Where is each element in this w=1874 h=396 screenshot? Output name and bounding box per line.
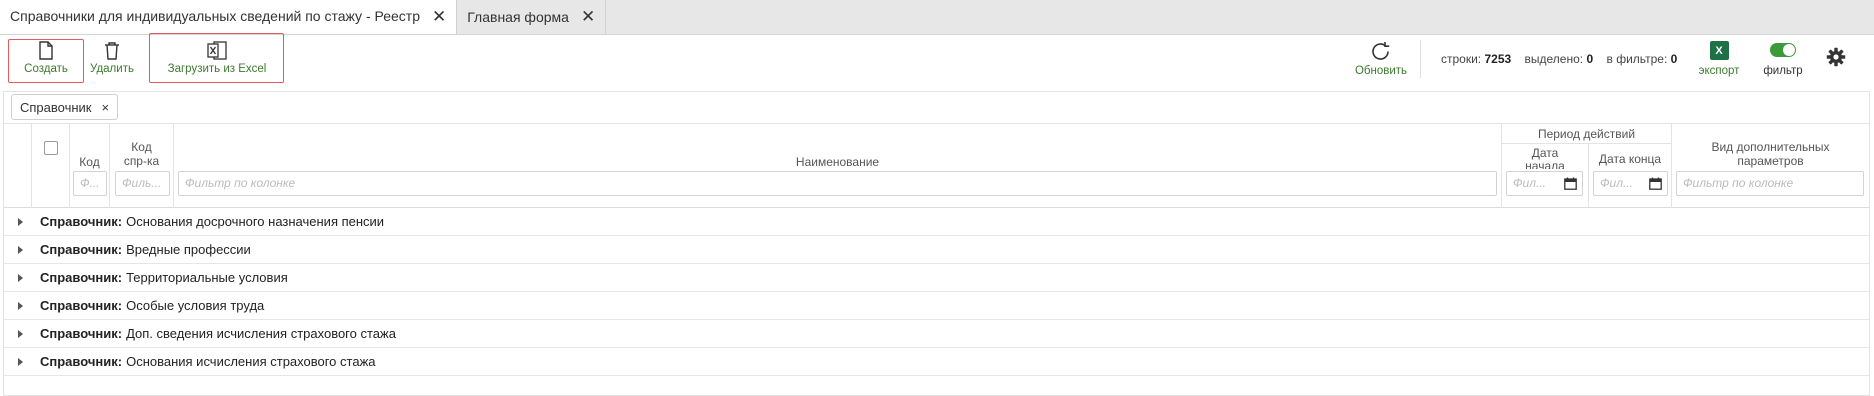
group-label: Справочник: [40, 214, 123, 229]
column-name: Наименование Фильтр по колонке [174, 124, 1502, 208]
row-stats: строки: 7253 выделено: 0 в фильтре: 0 [1441, 52, 1677, 66]
column-header-name[interactable]: Наименование [174, 155, 1501, 169]
select-all-checkbox[interactable] [44, 141, 58, 155]
delete-button[interactable]: Удалить [86, 41, 138, 75]
filtered-label: в фильтре: [1606, 52, 1668, 66]
expand-arrow-icon[interactable] [18, 301, 23, 310]
expand-arrow-icon[interactable] [18, 329, 23, 338]
group-value: Основания досрочного назначения пенсии [126, 214, 385, 229]
tab-registry[interactable]: Справочники для индивидуальных сведений … [0, 0, 458, 34]
group-row[interactable]: Справочник: Территориальные условия [4, 264, 1869, 292]
group-label: Справочник: [40, 326, 123, 341]
column-ref-code: Код спр-ка Филь... [110, 124, 174, 208]
group-value: Особые условия труда [126, 298, 265, 313]
group-row[interactable]: Справочник: Основания исчисления страхов… [4, 348, 1869, 376]
group-label: Справочник: [40, 270, 123, 285]
group-row[interactable]: Справочник: Основания досрочного назначе… [4, 208, 1869, 236]
column-header-extra-line2: параметров [1737, 154, 1804, 168]
group-value: Основания исчисления страхового стажа [126, 354, 376, 369]
column-code: Код Ф... [70, 124, 110, 208]
column-header-extra-line1[interactable]: Вид дополнительных [1672, 140, 1869, 154]
group-chip-row: Справочник × [3, 91, 1870, 123]
export-label: экспорт [1698, 65, 1740, 77]
code-filter-input[interactable]: Ф... [73, 171, 107, 196]
chip-label: Справочник [20, 99, 92, 115]
column-header-ref-code-line1[interactable]: Код [110, 140, 173, 154]
column-extra-params: Вид дополнительных параметров Фильтр по … [1672, 124, 1869, 208]
group-row[interactable]: Справочник: Вредные профессии [4, 236, 1869, 264]
column-start-date: Дата начала Фил... [1502, 144, 1589, 208]
tab-main-form[interactable]: Главная форма ✕ [457, 0, 607, 34]
delete-label: Удалить [90, 63, 134, 75]
selected-label: выделено: [1524, 52, 1584, 66]
group-value: Территориальные условия [126, 270, 288, 285]
filter-toggle[interactable]: фильтр [1757, 43, 1809, 77]
excel-icon: X [1709, 41, 1729, 60]
rows-count: 7253 [1484, 52, 1512, 66]
column-group-period: Период действий [1502, 124, 1672, 144]
rows-label: строки: [1441, 52, 1482, 66]
group-label: Справочник: [40, 298, 123, 313]
grid-header: Код Ф... Код спр-ка Филь... Наименование… [4, 124, 1869, 208]
start-date-placeholder: Фил... [1513, 176, 1546, 190]
expand-column [4, 124, 32, 208]
column-header-ref-code-line2: спр-ка [123, 154, 160, 168]
import-label: Загрузить из Excel [167, 63, 267, 75]
import-excel-button[interactable]: Загрузить из Excel [152, 41, 282, 75]
expand-arrow-icon[interactable] [18, 273, 23, 282]
column-header-start-date-line1[interactable]: Дата [1502, 146, 1588, 160]
column-header-end-date[interactable]: Дата конца [1589, 152, 1671, 166]
refresh-icon [1372, 42, 1390, 60]
column-group-period-label: Период действий [1537, 127, 1636, 141]
gear-icon[interactable] [1826, 47, 1846, 70]
column-end-date: Дата конца Фил... [1589, 144, 1672, 208]
toggle-icon [1770, 43, 1796, 57]
group-label: Справочник: [40, 242, 123, 257]
trash-icon [105, 42, 119, 60]
group-value: Вредные профессии [126, 242, 251, 257]
file-icon [39, 41, 53, 60]
group-row[interactable]: Справочник: Доп. сведения исчисления стр… [4, 320, 1869, 348]
group-value: Доп. сведения исчисления страхового стаж… [126, 326, 396, 341]
column-header-start-date-line2: начала [1525, 159, 1565, 169]
group-row[interactable]: Справочник: Особые условия труда [4, 292, 1869, 320]
create-label: Создать [24, 63, 68, 75]
group-chip[interactable]: Справочник × [11, 94, 119, 120]
calendar-icon[interactable] [1649, 177, 1662, 190]
close-icon[interactable]: × [102, 100, 110, 115]
group-label: Справочник: [40, 354, 123, 369]
calendar-icon[interactable] [1564, 177, 1577, 190]
name-filter-input[interactable]: Фильтр по колонке [178, 171, 1497, 196]
selected-count: 0 [1586, 52, 1594, 66]
ref-code-filter-input[interactable]: Филь... [115, 171, 170, 196]
tab-label: Справочники для индивидуальных сведений … [10, 8, 420, 24]
create-button[interactable]: Создать [20, 41, 72, 75]
extra-filter-input[interactable]: Фильтр по колонке [1676, 171, 1864, 196]
tab-bar: Справочники для индивидуальных сведений … [0, 0, 1874, 35]
refresh-button[interactable]: Обновить [1350, 41, 1412, 77]
expand-arrow-icon[interactable] [18, 217, 23, 226]
close-icon[interactable]: ✕ [581, 8, 595, 25]
close-icon[interactable]: ✕ [432, 8, 446, 25]
excel-import-icon [207, 41, 227, 60]
end-date-placeholder: Фил... [1600, 176, 1633, 190]
expand-arrow-icon[interactable] [18, 245, 23, 254]
end-date-filter-input[interactable]: Фил... [1593, 171, 1668, 196]
export-button[interactable]: X экспорт [1693, 41, 1745, 77]
select-column [32, 124, 70, 208]
expand-arrow-icon[interactable] [18, 357, 23, 366]
toolbar-divider [1420, 40, 1421, 78]
filtered-count: 0 [1670, 52, 1678, 66]
data-grid: Код Ф... Код спр-ка Филь... Наименование… [3, 123, 1870, 396]
tab-label: Главная форма [467, 8, 569, 25]
start-date-filter-input[interactable]: Фил... [1506, 171, 1583, 196]
column-header-code[interactable]: Код [70, 155, 109, 169]
refresh-label: Обновить [1354, 65, 1408, 77]
filter-label: фильтр [1763, 65, 1803, 77]
